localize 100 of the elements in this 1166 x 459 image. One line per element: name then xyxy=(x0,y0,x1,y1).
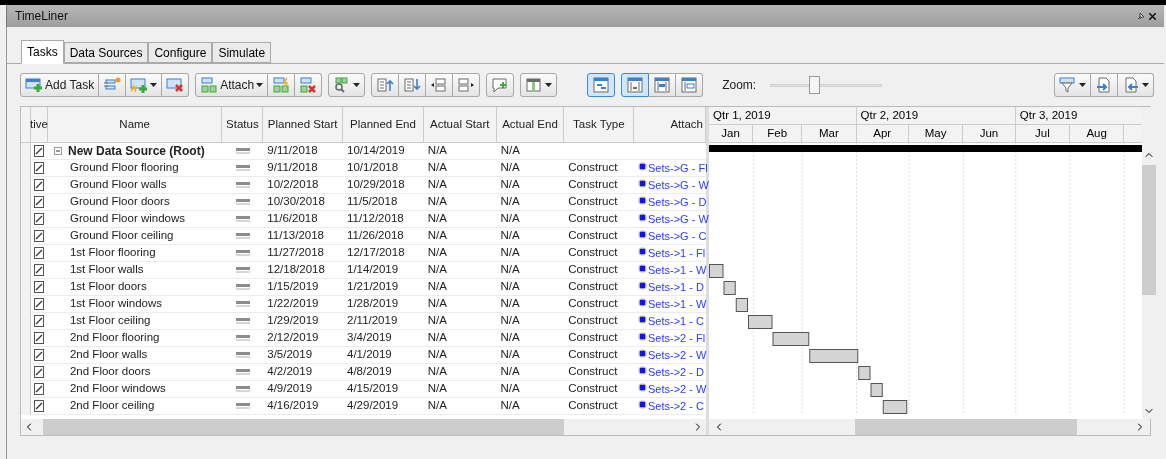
icon-button[interactable] xyxy=(676,73,704,97)
checkbox[interactable] xyxy=(34,332,45,344)
caret-icon xyxy=(1142,83,1149,87)
attachment-link[interactable]: Sets->2 - C xyxy=(648,397,704,415)
icon-button[interactable] xyxy=(371,73,400,97)
gantt-bar[interactable] xyxy=(858,366,871,380)
attachment-link[interactable]: Sets->G - D xyxy=(648,193,707,211)
attachment-link[interactable]: Sets->1 - W xyxy=(648,261,707,279)
checkbox[interactable] xyxy=(34,349,45,361)
checkbox[interactable] xyxy=(34,213,45,225)
column-header[interactable]: Planned End xyxy=(343,107,424,142)
column-header[interactable]: Task Type xyxy=(564,107,635,142)
icon-button[interactable] xyxy=(99,73,127,97)
attachment-link[interactable]: Sets->G - W xyxy=(648,210,709,228)
table-cell-text: 4/16/2019 xyxy=(267,398,319,414)
attachment-link[interactable]: Sets->1 - W xyxy=(648,295,707,313)
status-icon xyxy=(235,284,250,290)
column-header[interactable]: Name xyxy=(47,107,223,142)
selection-set-icon xyxy=(638,314,647,324)
document-arrows-icon xyxy=(1095,77,1113,93)
attachment-link[interactable]: Sets->G - C xyxy=(648,227,707,245)
checkbox[interactable] xyxy=(34,230,45,242)
table-cell-text: Construct xyxy=(568,194,618,210)
attachment-link[interactable]: Sets->2 - Fl xyxy=(648,329,706,347)
icon-button[interactable] xyxy=(1118,73,1154,97)
column-header[interactable]: Status xyxy=(222,107,264,142)
month-header: Apr xyxy=(856,125,909,142)
icon-button[interactable] xyxy=(587,73,616,97)
attachment-link[interactable]: Sets->1 - Fl xyxy=(648,244,706,262)
toolbar-button[interactable]: Add Task xyxy=(20,73,100,97)
close-icon[interactable] xyxy=(1149,12,1156,20)
icon-button[interactable] xyxy=(162,73,190,97)
table-cell-text: N/A xyxy=(427,296,447,312)
attachment-link[interactable]: Sets->1 - D xyxy=(648,278,704,296)
gantt-bar[interactable] xyxy=(723,281,736,295)
gantt-bar[interactable] xyxy=(882,400,908,414)
icon-button[interactable] xyxy=(1091,73,1118,97)
column-header[interactable]: Actual End xyxy=(496,107,565,142)
tab[interactable]: Simulate xyxy=(212,42,272,63)
collapse-icon[interactable] xyxy=(53,147,62,155)
checkbox[interactable] xyxy=(34,298,45,310)
icon-button[interactable] xyxy=(649,73,677,97)
pin-icon[interactable] xyxy=(1137,12,1145,20)
gantt-bar[interactable] xyxy=(809,349,859,363)
task-name: 1st Floor flooring xyxy=(69,245,156,261)
gantt-bar[interactable] xyxy=(709,264,724,278)
attachment-link[interactable]: Sets->2 - D xyxy=(648,363,704,381)
gantt-bar[interactable] xyxy=(735,298,748,312)
gantt-bar[interactable] xyxy=(748,315,773,329)
icon-button[interactable] xyxy=(621,73,650,97)
checkbox[interactable] xyxy=(34,281,45,293)
checkbox[interactable] xyxy=(34,315,45,327)
table-cell-text: Construct xyxy=(568,398,618,414)
checkbox[interactable] xyxy=(34,162,45,174)
checkbox[interactable] xyxy=(34,247,45,259)
horizontal-scrollbar[interactable] xyxy=(709,419,1150,435)
gantt-bar[interactable] xyxy=(870,383,883,397)
checkbox[interactable] xyxy=(34,145,45,157)
icon-button[interactable] xyxy=(1054,73,1091,97)
attachment-link[interactable]: Sets->2 - W xyxy=(648,380,707,398)
icon-button[interactable] xyxy=(453,73,481,97)
table-cell-text: 2/12/2019 xyxy=(267,330,319,346)
checkbox[interactable] xyxy=(34,383,45,395)
icon-button[interactable] xyxy=(328,73,366,97)
table-cell-text: 9/11/2018 xyxy=(267,160,318,176)
column-header[interactable]: Attach xyxy=(634,107,706,142)
icon-button[interactable] xyxy=(268,73,296,97)
icon-button[interactable] xyxy=(126,73,163,97)
toolbar-button[interactable]: Attach xyxy=(195,73,269,97)
table-cell-text: Construct xyxy=(568,177,618,193)
checkbox[interactable] xyxy=(34,264,45,276)
column-header[interactable]: Planned Start xyxy=(263,107,344,142)
icon-button[interactable] xyxy=(520,73,558,97)
zoom-slider[interactable] xyxy=(770,76,883,94)
tab[interactable]: Tasks xyxy=(21,40,64,64)
table-cell-text: 1/15/2019 xyxy=(267,279,319,295)
attachment-link[interactable]: Sets->G - Fl xyxy=(648,159,708,177)
table-cell-text: 1/14/2019 xyxy=(347,262,399,278)
icon-button[interactable] xyxy=(399,73,427,97)
attachment-link[interactable]: Sets->G - W xyxy=(648,176,709,194)
icon-button[interactable] xyxy=(295,73,323,97)
gantt-bar[interactable] xyxy=(772,332,810,346)
attachment-link[interactable]: Sets->1 - C xyxy=(648,312,704,330)
checkbox[interactable] xyxy=(34,196,45,208)
attachment-link[interactable]: Sets->2 - W xyxy=(648,346,707,364)
tab[interactable]: Data Sources xyxy=(63,42,149,63)
column-header[interactable]: tive xyxy=(30,107,48,142)
column-header[interactable]: Actual Start xyxy=(423,107,497,142)
table-cell-text: N/A xyxy=(427,381,447,397)
slider-thumb[interactable] xyxy=(808,76,820,94)
checkbox[interactable] xyxy=(34,400,45,412)
window-cross-icon xyxy=(166,77,185,93)
selection-set-icon xyxy=(638,297,647,307)
checkbox[interactable] xyxy=(34,179,45,191)
icon-button[interactable] xyxy=(426,73,454,97)
icon-button[interactable] xyxy=(486,73,515,97)
table-cell-text: 11/26/2018 xyxy=(347,228,404,244)
tab[interactable]: Configure xyxy=(148,42,213,63)
horizontal-scrollbar[interactable] xyxy=(21,419,706,435)
checkbox[interactable] xyxy=(34,366,45,378)
